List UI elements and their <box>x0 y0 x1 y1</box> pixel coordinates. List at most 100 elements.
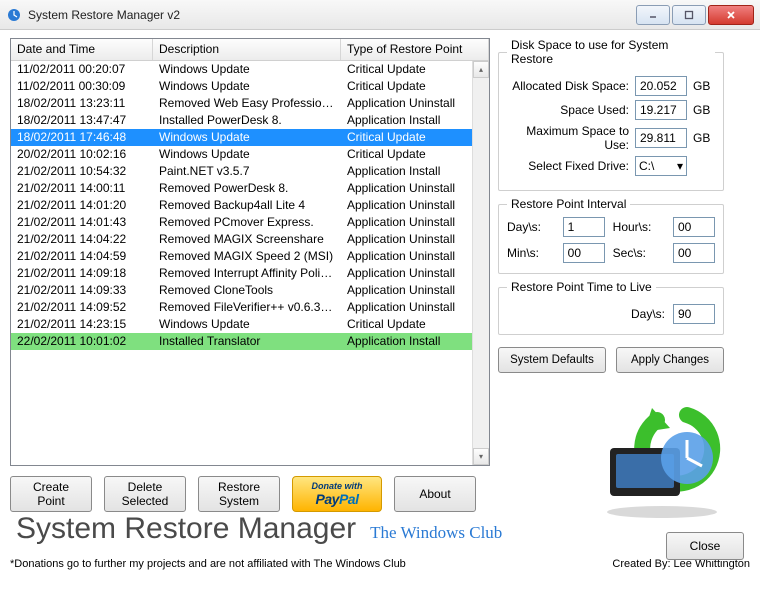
cell-desc: Installed PowerDesk 8. <box>153 112 341 129</box>
about-button[interactable]: About <box>394 476 476 512</box>
ttl-days-label: Day\s: <box>631 307 665 321</box>
table-row[interactable]: 21/02/2011 14:00:11Removed PowerDesk 8.A… <box>11 180 489 197</box>
table-row[interactable]: 18/02/2011 13:47:47Installed PowerDesk 8… <box>11 112 489 129</box>
col-header-type[interactable]: Type of Restore Point <box>341 39 489 60</box>
app-subtitle: The Windows Club <box>370 523 502 543</box>
cell-desc: Paint.NET v3.5.7 <box>153 163 341 180</box>
cell-desc: Removed FileVerifier++ v0.6.3.5830 <box>153 299 341 316</box>
table-row[interactable]: 11/02/2011 00:20:07Windows UpdateCritica… <box>11 61 489 78</box>
cell-desc: Removed PCmover Express. <box>153 214 341 231</box>
table-row[interactable]: 21/02/2011 14:01:43Removed PCmover Expre… <box>11 214 489 231</box>
max-input[interactable] <box>635 128 687 148</box>
restore-points-list[interactable]: Date and Time Description Type of Restor… <box>10 38 490 466</box>
cell-type: Application Uninstall <box>341 265 489 282</box>
close-window-button[interactable] <box>708 5 754 25</box>
cell-type: Critical Update <box>341 78 489 95</box>
days-label: Day\s: <box>507 220 555 234</box>
disk-space-group: Disk Space to use for System Restore All… <box>498 38 724 191</box>
cell-type: Application Install <box>341 333 489 350</box>
table-row[interactable]: 21/02/2011 14:23:15Windows UpdateCritica… <box>11 316 489 333</box>
allocated-unit: GB <box>693 79 715 93</box>
app-artwork <box>592 400 732 520</box>
cell-desc: Removed Backup4all Lite 4 <box>153 197 341 214</box>
table-row[interactable]: 18/02/2011 13:23:11Removed Web Easy Prof… <box>11 95 489 112</box>
cell-dt: 21/02/2011 14:04:22 <box>11 231 153 248</box>
cell-type: Critical Update <box>341 316 489 333</box>
create-point-button[interactable]: Create Point <box>10 476 92 512</box>
table-row[interactable]: 21/02/2011 14:09:33Removed CloneToolsApp… <box>11 282 489 299</box>
drive-value: C:\ <box>639 159 654 173</box>
scroll-up-button[interactable]: ▴ <box>473 61 489 78</box>
table-row[interactable]: 21/02/2011 14:09:52Removed FileVerifier+… <box>11 299 489 316</box>
cell-type: Critical Update <box>341 146 489 163</box>
cell-dt: 11/02/2011 00:30:09 <box>11 78 153 95</box>
scrollbar[interactable]: ▴ ▾ <box>472 61 489 465</box>
maximize-button[interactable] <box>672 5 706 25</box>
restore-system-button[interactable]: Restore System <box>198 476 280 512</box>
days-input[interactable] <box>563 217 605 237</box>
donate-button[interactable]: Donate with PayPal <box>292 476 382 512</box>
cell-type: Application Uninstall <box>341 197 489 214</box>
cell-dt: 21/02/2011 10:54:32 <box>11 163 153 180</box>
table-row[interactable]: 21/02/2011 14:04:59Removed MAGIX Speed 2… <box>11 248 489 265</box>
cell-dt: 18/02/2011 13:47:47 <box>11 112 153 129</box>
table-row[interactable]: 21/02/2011 10:54:32Paint.NET v3.5.7Appli… <box>11 163 489 180</box>
cell-desc: Windows Update <box>153 61 341 78</box>
secs-label: Sec\s: <box>613 246 665 260</box>
secs-input[interactable] <box>673 243 715 263</box>
window-title: System Restore Manager v2 <box>28 8 634 22</box>
cell-dt: 11/02/2011 00:20:07 <box>11 61 153 78</box>
cell-dt: 21/02/2011 14:01:20 <box>11 197 153 214</box>
delete-selected-button[interactable]: Delete Selected <box>104 476 186 512</box>
ttl-days-input[interactable] <box>673 304 715 324</box>
cell-type: Application Uninstall <box>341 299 489 316</box>
cell-desc: Installed Translator <box>153 333 341 350</box>
max-label: Maximum Space to Use: <box>507 124 629 152</box>
cell-dt: 22/02/2011 10:01:02 <box>11 333 153 350</box>
used-input[interactable] <box>635 100 687 120</box>
app-title: System Restore Manager <box>16 512 356 546</box>
table-row[interactable]: 11/02/2011 00:30:09Windows UpdateCritica… <box>11 78 489 95</box>
close-button[interactable]: Close <box>666 532 744 560</box>
table-row[interactable]: 21/02/2011 14:01:20Removed Backup4all Li… <box>11 197 489 214</box>
minimize-button[interactable] <box>636 5 670 25</box>
cell-dt: 21/02/2011 14:09:52 <box>11 299 153 316</box>
max-unit: GB <box>693 131 715 145</box>
title-bar: System Restore Manager v2 <box>0 0 760 30</box>
col-header-description[interactable]: Description <box>153 39 341 60</box>
cell-type: Application Install <box>341 112 489 129</box>
cell-dt: 21/02/2011 14:00:11 <box>11 180 153 197</box>
cell-type: Application Uninstall <box>341 282 489 299</box>
cell-type: Application Uninstall <box>341 95 489 112</box>
cell-type: Application Uninstall <box>341 180 489 197</box>
cell-dt: 21/02/2011 14:23:15 <box>11 316 153 333</box>
table-row[interactable]: 21/02/2011 14:04:22Removed MAGIX Screens… <box>11 231 489 248</box>
list-header: Date and Time Description Type of Restor… <box>11 39 489 61</box>
scroll-down-button[interactable]: ▾ <box>473 448 489 465</box>
allocated-label: Allocated Disk Space: <box>507 79 629 93</box>
mins-input[interactable] <box>563 243 605 263</box>
table-row[interactable]: 22/02/2011 10:01:02Installed TranslatorA… <box>11 333 489 350</box>
cell-desc: Removed Interrupt Affinity Policy T... <box>153 265 341 282</box>
table-row[interactable]: 20/02/2011 10:02:16Windows UpdateCritica… <box>11 146 489 163</box>
cell-type: Critical Update <box>341 129 489 146</box>
hours-input[interactable] <box>673 217 715 237</box>
hours-label: Hour\s: <box>613 220 665 234</box>
cell-dt: 18/02/2011 13:23:11 <box>11 95 153 112</box>
table-row[interactable]: 21/02/2011 14:09:18Removed Interrupt Aff… <box>11 265 489 282</box>
interval-legend: Restore Point Interval <box>507 197 630 211</box>
interval-group: Restore Point Interval Day\s: Hour\s: Mi… <box>498 197 724 274</box>
cell-desc: Windows Update <box>153 316 341 333</box>
apply-changes-button[interactable]: Apply Changes <box>616 347 724 373</box>
col-header-datetime[interactable]: Date and Time <box>11 39 153 60</box>
app-icon <box>6 7 22 23</box>
donate-top-text: Donate with <box>312 481 363 491</box>
cell-desc: Removed PowerDesk 8. <box>153 180 341 197</box>
drive-combobox[interactable]: C:\ ▾ <box>635 156 687 176</box>
table-row[interactable]: 18/02/2011 17:46:48Windows UpdateCritica… <box>11 129 489 146</box>
cell-desc: Removed MAGIX Speed 2 (MSI) <box>153 248 341 265</box>
cell-type: Application Uninstall <box>341 214 489 231</box>
cell-dt: 18/02/2011 17:46:48 <box>11 129 153 146</box>
allocated-input[interactable] <box>635 76 687 96</box>
system-defaults-button[interactable]: System Defaults <box>498 347 606 373</box>
